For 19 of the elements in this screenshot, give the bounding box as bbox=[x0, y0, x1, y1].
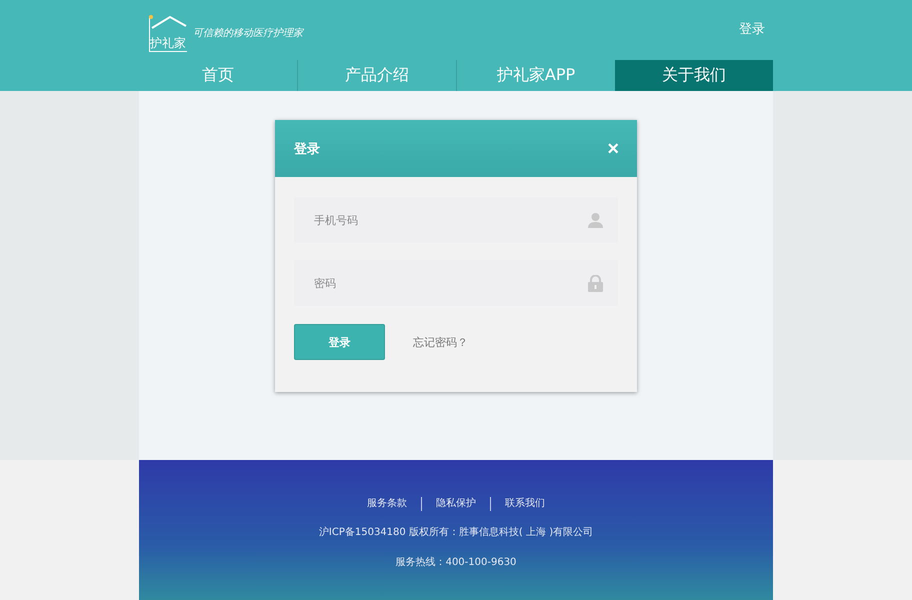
tagline: 可信赖的移动医疗护理家 bbox=[193, 26, 303, 40]
user-icon bbox=[588, 212, 603, 228]
login-button[interactable]: 登录 bbox=[294, 324, 385, 360]
house-roof-icon bbox=[148, 14, 188, 30]
input-field[interactable]: 手机号码 bbox=[294, 197, 618, 243]
input-field[interactable]: 密码 bbox=[294, 260, 618, 306]
forgot-password-link[interactable]: 忘记密码？ bbox=[413, 334, 468, 350]
logo[interactable]: 护礼家 bbox=[149, 16, 187, 52]
footer-link[interactable]: 隐私保护 bbox=[421, 497, 490, 511]
copyright-text: 沪ICP备15034180 版权所有：胜事信息科技( 上海 )有限公司 bbox=[318, 526, 594, 539]
footer-link[interactable]: 服务条款 bbox=[353, 497, 421, 511]
close-button[interactable]: × bbox=[603, 138, 623, 158]
hotline-text: 服务热线：400-100-9630 bbox=[396, 556, 516, 569]
nav-tab[interactable]: 首页 bbox=[139, 60, 297, 91]
login-link[interactable]: 登录 bbox=[739, 20, 765, 38]
dialog-title: 登录 bbox=[294, 140, 320, 158]
lock-icon bbox=[588, 275, 603, 292]
footer-link[interactable]: 联系我们 bbox=[490, 497, 559, 511]
nav-tab[interactable]: 关于我们 bbox=[615, 60, 773, 91]
